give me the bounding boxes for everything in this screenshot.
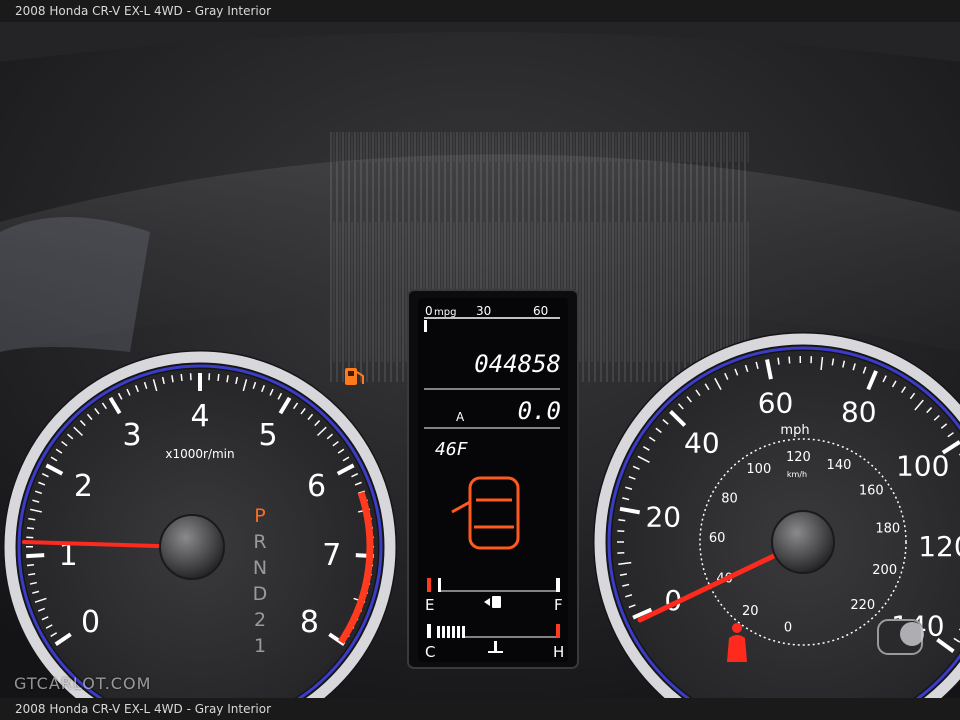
tach-hub [159,514,225,580]
tach-number: 2 [74,469,93,504]
tach-tick [217,373,220,382]
caption-bar-bottom: 2008 Honda CR-V EX-L 4WD - Gray Interior [0,698,960,720]
mph-tick [618,519,626,522]
tach-tick [26,564,35,567]
caption-text: 2008 Honda CR-V EX-L 4WD - Gray Interior [15,4,272,18]
mph-number: 80 [841,395,877,428]
mph-unit-label: mph [780,423,809,438]
caption-bar-top: 2008 Honda CR-V EX-L 4WD - Gray Interior [0,0,960,22]
kmh-number: 160 [859,484,884,499]
kmh-number: 220 [850,598,875,613]
tach-number: 8 [300,605,319,640]
trip-label: A [456,410,465,424]
mph-number: 100 [896,450,949,483]
instrument-cluster-photo: 0 mpg 30 60 044858 A 0.0 46F E F C H 012… [0,22,960,698]
tach-number: 5 [258,418,277,453]
tach-unit-label: x1000r/min [165,447,234,461]
gear-letter: 1 [254,635,266,657]
gear-letter: R [253,531,266,553]
tach-number: 6 [307,469,326,504]
gear-letter: P [254,505,265,527]
temp-hot-label: H [553,643,564,661]
center-display: 0 mpg 30 60 044858 A 0.0 46F E F C H [407,289,579,669]
kmh-number: 200 [872,563,897,578]
odometer: 044858 [474,350,561,378]
mph-number: 40 [684,426,720,459]
kmh-number: 140 [827,458,852,473]
kmh-number: 100 [746,462,771,477]
kmh-number: 180 [875,522,900,537]
speed-hub [771,510,835,574]
watermark-logo: GTCARLOT.COM [14,674,152,693]
kmh-unit-label: km/h [787,470,807,479]
gear-letter: 2 [254,609,266,631]
tach-number: 7 [322,538,341,573]
kmh-number: 80 [721,491,738,506]
trip-value: 0.0 [518,397,561,425]
mpg-scale-0: 0 [425,304,433,318]
trip-reset-knob[interactable] [877,619,924,655]
kmh-number: 20 [742,604,759,619]
outside-temperature: 46F [435,439,469,460]
fuel-empty-label: E [425,596,434,614]
gear-letter: D [253,583,268,605]
tach-number: 3 [122,418,141,453]
gear-letter: N [253,557,267,579]
kmh-number: 60 [709,531,726,546]
mph-number: 60 [758,387,794,420]
tach-number: 0 [81,605,100,640]
mpg-scale-label: mpg [434,307,456,318]
kmh-number: 0 [784,621,792,636]
mph-tick [777,357,780,365]
tach-number: 4 [190,399,209,434]
tach-tick [180,373,183,382]
tach-tick [26,553,45,559]
mph-number: 120 [918,530,960,563]
mph-tick [788,356,791,364]
mph-number: 20 [645,501,681,534]
tach-tick [26,527,35,530]
mpg-scale-60: 60 [533,304,548,318]
caption-text: 2008 Honda CR-V EX-L 4WD - Gray Interior [15,702,272,716]
fuel-full-label: F [554,596,563,614]
mpg-scale-30: 30 [476,304,491,318]
glare-left [0,217,150,352]
temp-cold-label: C [425,643,435,661]
kmh-number: 120 [786,450,811,465]
